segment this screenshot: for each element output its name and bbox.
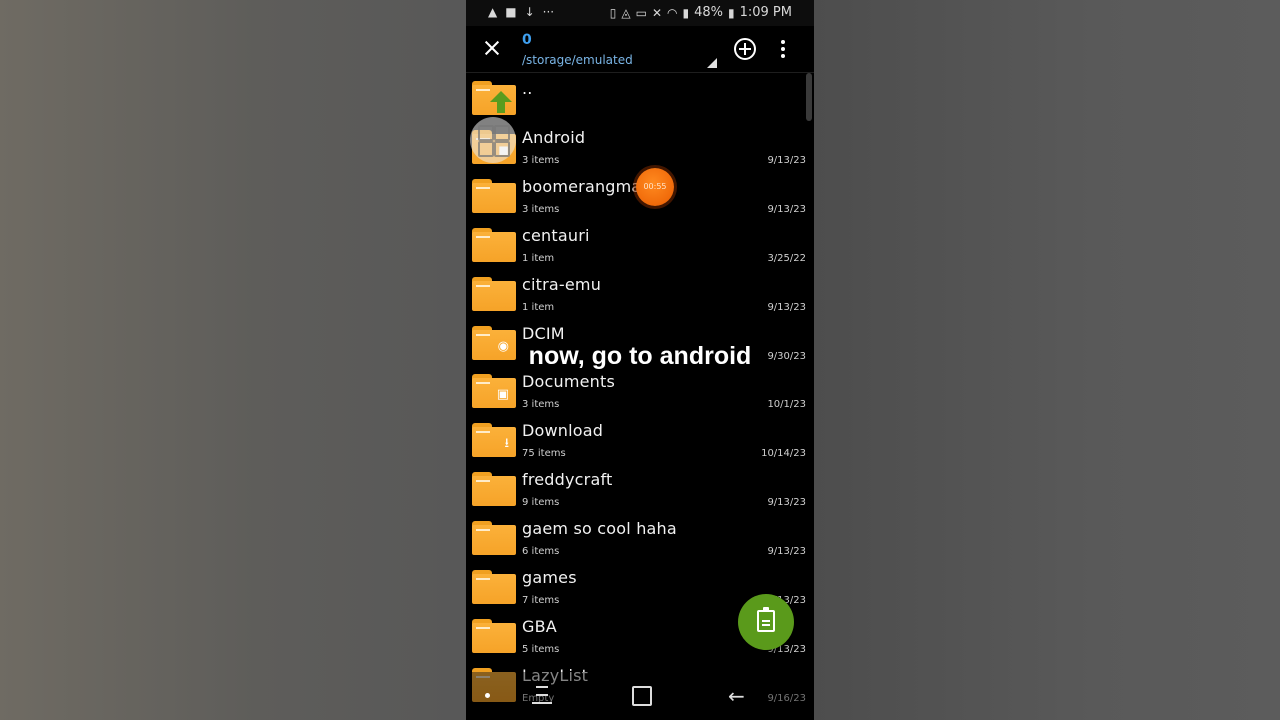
- modified-date: 9/30/23: [767, 351, 806, 362]
- modified-date: 9/13/23: [767, 155, 806, 166]
- modified-date: 9/13/23: [767, 546, 806, 557]
- file-name: games: [522, 568, 577, 587]
- folder-icon: [472, 570, 516, 604]
- file-row[interactable]: citra-emu 1 item 9/13/23: [466, 269, 814, 318]
- file-name: ..: [522, 79, 533, 98]
- file-name: Download: [522, 421, 604, 440]
- status-right-icons: ▯ ◬ ▭ ✕ ◠ ▮ 48% ▮ 1:09 PM: [610, 5, 792, 20]
- nfc-icon: ▯: [609, 5, 617, 20]
- clipboard-icon: [757, 607, 775, 632]
- folder-icon: [472, 179, 516, 213]
- modified-date: 9/13/23: [767, 204, 806, 215]
- item-count: 1 item: [522, 302, 555, 313]
- parent-directory-row[interactable]: ..: [466, 73, 814, 122]
- item-count: 3 items: [522, 399, 560, 410]
- file-row[interactable]: ◼Android3 items9/13/23: [466, 122, 814, 171]
- file-row[interactable]: freddycraft 9 items 9/13/23: [466, 464, 814, 513]
- screen-recording-badge[interactable]: 00:55: [636, 168, 674, 206]
- folder-camera-icon: ◉: [472, 326, 516, 360]
- file-name: gaem so cool haha: [522, 519, 677, 538]
- list-scrollbar[interactable]: [806, 73, 812, 121]
- data-saver-icon: ◬: [621, 5, 631, 20]
- cast-icon: ▭: [635, 5, 647, 20]
- phone-screen: ▲ ■ ↓ ··· ▯ ◬ ▭ ✕ ◠ ▮ 48% ▮ 1:09 PM 0 /s…: [466, 0, 814, 720]
- file-name: boomerangman: [522, 177, 652, 196]
- file-name: Documents: [522, 372, 616, 391]
- modified-date: 3/25/22: [767, 253, 806, 264]
- close-icon[interactable]: [480, 36, 504, 60]
- background-right: [814, 0, 1280, 720]
- storage-title[interactable]: 0: [522, 32, 532, 48]
- file-name: freddycraft: [522, 470, 613, 489]
- modified-date: 9/13/23: [767, 497, 806, 508]
- file-name: GBA: [522, 617, 557, 636]
- more-vert-icon[interactable]: [781, 40, 785, 58]
- item-count: 5 items: [522, 644, 560, 655]
- item-count: 1 item: [522, 253, 555, 264]
- download-icon: ↓: [524, 5, 535, 19]
- video-caption: now, go to android: [528, 342, 752, 370]
- battery-level: 48%: [694, 5, 723, 20]
- folder-icon: [472, 472, 516, 506]
- modified-date: 10/1/23: [767, 399, 806, 410]
- video-camera-icon: ■: [505, 5, 517, 19]
- recent-apps-icon[interactable]: [532, 686, 552, 704]
- app-bar: 0 /storage/emulated: [466, 26, 814, 73]
- item-count: 6 items: [522, 546, 560, 557]
- grid-view-toggle-icon[interactable]: [470, 117, 516, 163]
- folder-briefcase-icon: ▣: [472, 374, 516, 408]
- wifi-icon: ◠: [667, 5, 678, 20]
- file-row[interactable]: ▣ Documents 3 items 10/1/23: [466, 366, 814, 415]
- folder-icon: [472, 228, 516, 262]
- file-name: Android: [522, 128, 586, 147]
- nav-dot-icon[interactable]: [485, 693, 490, 698]
- folder-icon: [472, 619, 516, 653]
- item-count: 9 items: [522, 497, 560, 508]
- item-count: 75 items: [522, 448, 566, 459]
- add-circle-icon[interactable]: [734, 38, 756, 60]
- folder-icon: [472, 521, 516, 555]
- status-left-icons: ▲ ■ ↓ ···: [488, 5, 554, 19]
- battery-icon: ▮: [728, 5, 735, 20]
- back-arrow-icon[interactable]: ←: [728, 686, 745, 706]
- folder-icon: [472, 277, 516, 311]
- modified-date: 10/14/23: [761, 448, 806, 459]
- signal-icon: ▮: [682, 5, 690, 20]
- paste-fab-button[interactable]: [738, 594, 794, 650]
- folder-download-icon: ⭳: [472, 423, 516, 457]
- navigation-bar: ←: [466, 672, 814, 720]
- mute-icon: ✕: [651, 5, 662, 20]
- file-row[interactable]: centauri 1 item 3/25/22: [466, 220, 814, 269]
- item-count: 3 items: [522, 155, 560, 166]
- item-count: 7 items: [522, 595, 560, 606]
- warning-icon: ▲: [488, 5, 498, 19]
- file-name: DCIM: [522, 324, 565, 343]
- file-row[interactable]: gaem so cool haha 6 items 9/13/23: [466, 513, 814, 562]
- file-name: citra-emu: [522, 275, 602, 294]
- path-dropdown-icon[interactable]: [707, 58, 717, 68]
- clock: 1:09 PM: [739, 5, 792, 20]
- file-name: centauri: [522, 226, 590, 245]
- status-bar: ▲ ■ ↓ ··· ▯ ◬ ▭ ✕ ◠ ▮ 48% ▮ 1:09 PM: [466, 0, 814, 26]
- parent-folder-icon: [472, 81, 516, 115]
- home-icon[interactable]: [632, 686, 652, 706]
- more-dots-icon: ···: [542, 5, 555, 19]
- file-row[interactable]: ⭳ Download 75 items 10/14/23: [466, 415, 814, 464]
- storage-path[interactable]: /storage/emulated: [522, 53, 633, 67]
- modified-date: 9/13/23: [767, 302, 806, 313]
- item-count: 3 items: [522, 204, 560, 215]
